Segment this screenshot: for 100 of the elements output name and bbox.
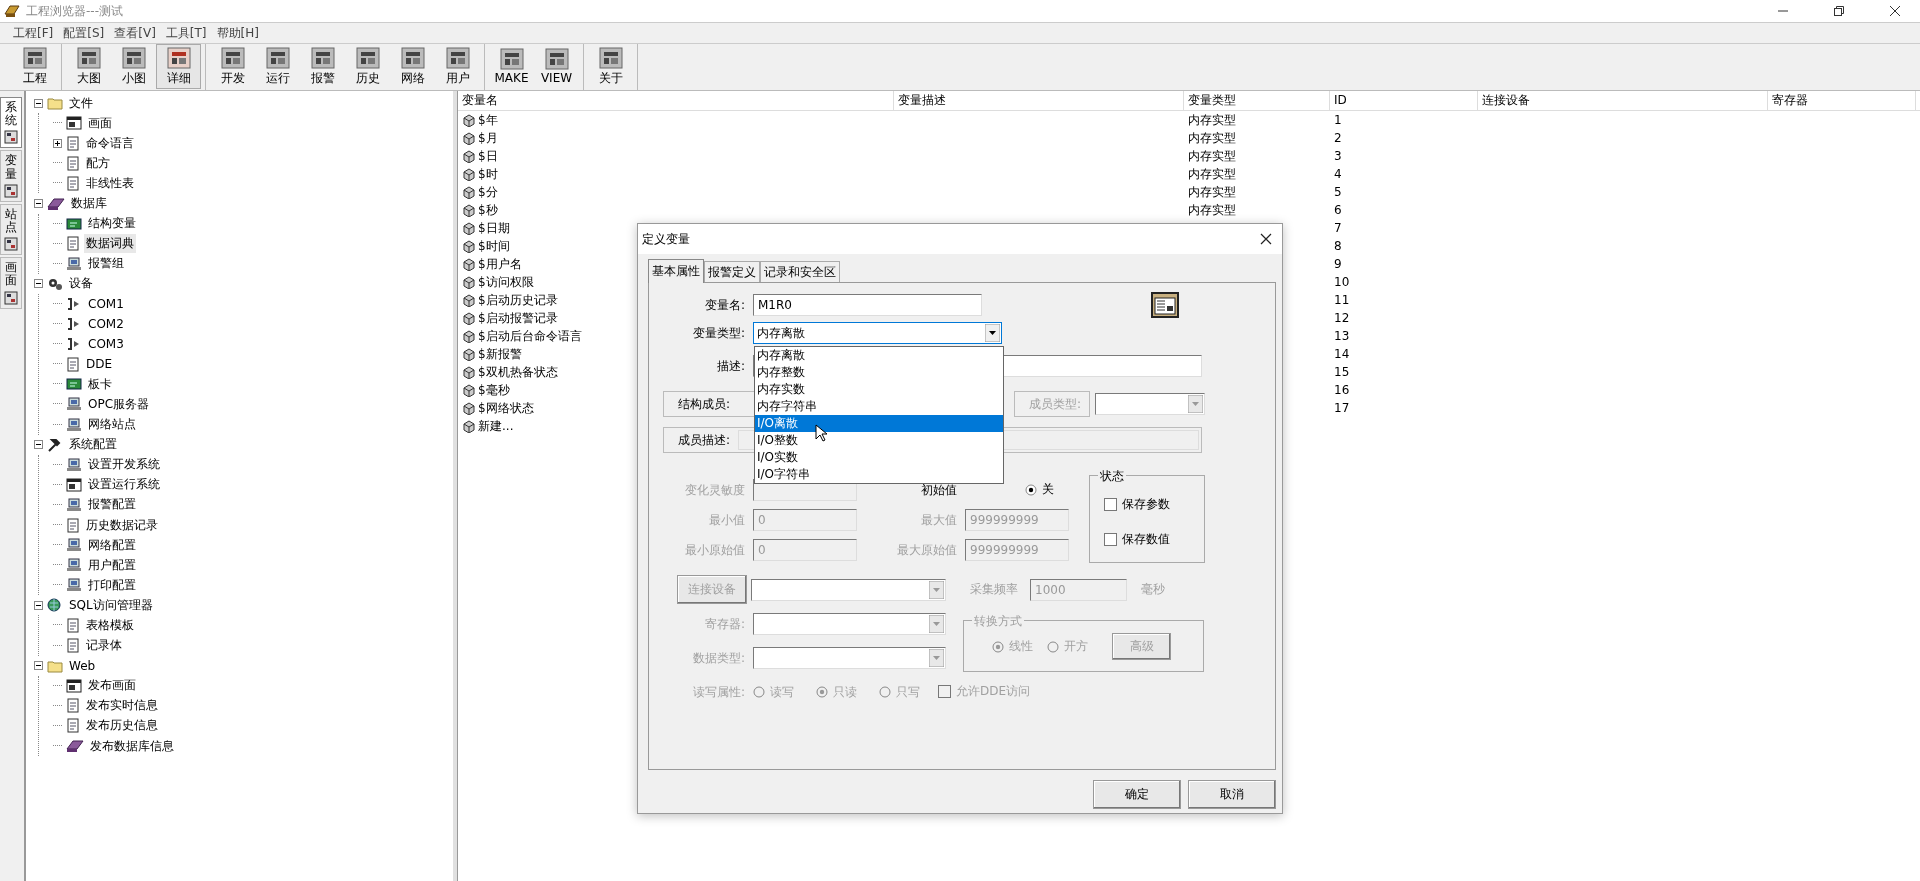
toolbar-button[interactable]: 运行 (255, 44, 300, 89)
tree-item[interactable]: Web (67, 657, 98, 674)
dropdown-option[interactable]: I/O实数 (755, 449, 1003, 466)
tree-item[interactable]: 文件 (67, 93, 95, 113)
tree-item[interactable]: 发布历史信息 (84, 716, 160, 736)
side-tab[interactable]: 画面 (0, 257, 22, 309)
panel-icon[interactable] (22, 46, 47, 69)
toolbar-button[interactable]: 详细 (156, 44, 201, 89)
side-tab[interactable]: 系统 (0, 97, 22, 149)
panel-icon[interactable] (499, 48, 524, 70)
collapse-toggle[interactable] (34, 279, 43, 289)
dropdown[interactable] (753, 647, 946, 669)
menu-item[interactable]: 工程[F] (8, 24, 59, 42)
tree-item[interactable]: COM3 (86, 336, 126, 353)
dropdown[interactable] (753, 613, 946, 635)
tree-item[interactable]: 板卡 (86, 374, 114, 394)
panel-icon[interactable] (4, 290, 18, 305)
tree-item[interactable]: 发布数据库信息 (88, 736, 176, 756)
tree-item[interactable]: 报警组 (86, 254, 126, 274)
column-header[interactable]: 变量名 (458, 91, 894, 110)
tree-item[interactable]: 打印配置 (86, 575, 138, 595)
tree-item[interactable]: COM2 (86, 316, 126, 333)
toolbar-button[interactable]: 开发 (210, 44, 255, 89)
tree-item[interactable]: 历史数据记录 (84, 515, 160, 535)
tree-item[interactable]: 系统配置 (67, 435, 119, 455)
dropdown[interactable] (751, 578, 946, 601)
tree-item[interactable]: DDE (84, 356, 115, 373)
side-tab[interactable]: 变量 (0, 150, 22, 202)
tree-item[interactable]: 网络站点 (86, 415, 138, 435)
tree-item[interactable]: 发布画面 (86, 676, 138, 696)
tree-item[interactable]: 画面 (86, 113, 114, 133)
caret-icon[interactable] (985, 324, 1000, 342)
panel-icon[interactable] (310, 46, 335, 69)
tree-item[interactable]: COM1 (86, 296, 126, 312)
tree-item[interactable]: 设备 (67, 274, 95, 294)
panel-icon[interactable] (400, 46, 425, 69)
tab[interactable]: 报警定义 (704, 261, 760, 282)
tree-item[interactable]: SQL访问管理器 (67, 595, 155, 615)
tree-item[interactable]: 网络配置 (86, 535, 138, 555)
toolbar-button[interactable]: 关于 (588, 44, 633, 89)
side-tab[interactable]: 站点 (0, 203, 22, 256)
dropdown-option[interactable]: 内存字符串 (755, 398, 1003, 415)
toolbar-button[interactable]: 工程 (12, 44, 57, 89)
tree-item[interactable]: 设置运行系统 (86, 475, 162, 495)
tab[interactable]: 基本属性 (648, 259, 704, 283)
toolbar-button[interactable]: 大图 (66, 44, 111, 89)
dropdown[interactable]: 内存离散 (753, 322, 1002, 344)
toolbar-button[interactable]: 报警 (300, 44, 345, 89)
toolbar-button[interactable]: VIEW (534, 44, 579, 89)
collapse-toggle[interactable] (34, 661, 43, 671)
column-header[interactable]: 变量类型 (1184, 91, 1330, 110)
panel-icon[interactable] (4, 130, 18, 145)
panel-icon[interactable] (220, 46, 245, 69)
expand-toggle[interactable] (53, 138, 62, 148)
dropdown-option[interactable]: I/O字符串 (755, 466, 1003, 483)
tree-item[interactable]: 发布实时信息 (84, 696, 160, 716)
column-header[interactable]: 寄存器 (1768, 91, 1916, 110)
dropdown-option[interactable]: 内存离散 (755, 347, 1003, 364)
panel-icon[interactable] (166, 46, 191, 69)
close-icon[interactable] (1260, 233, 1272, 245)
panel-icon[interactable] (4, 183, 18, 198)
panel-icon[interactable] (355, 46, 380, 69)
dialog-button[interactable]: 取消 (1188, 780, 1276, 809)
tree-item[interactable]: 非线性表 (84, 173, 136, 193)
collapse-toggle[interactable] (34, 600, 43, 610)
menu-item[interactable]: 帮助[H] (211, 24, 264, 42)
dropdown-option[interactable]: I/O离散 (755, 415, 1003, 432)
restore-icon[interactable] (1834, 6, 1844, 16)
collapse-toggle[interactable] (34, 199, 43, 208)
dialog-button[interactable]: 确定 (1093, 780, 1181, 809)
tree-item[interactable]: 命令语言 (84, 133, 136, 153)
tree-item[interactable]: 记录体 (84, 636, 124, 656)
panel-icon[interactable] (76, 46, 101, 69)
collapse-toggle[interactable] (34, 98, 43, 108)
tree-item[interactable]: 数据词典 (84, 234, 136, 254)
tree-item[interactable]: 设置开发系统 (86, 455, 162, 475)
panel-icon[interactable] (445, 46, 470, 69)
tree-item[interactable]: 表格模板 (84, 616, 136, 635)
dropdown-option[interactable]: 内存实数 (755, 381, 1003, 398)
checkbox[interactable] (1104, 498, 1117, 511)
radio-button[interactable] (1025, 483, 1037, 496)
close-icon[interactable] (1890, 6, 1900, 16)
tree-item[interactable]: 报警配置 (86, 495, 138, 515)
menu-item[interactable]: 查看[V] (109, 24, 161, 42)
column-header[interactable]: ID (1330, 91, 1478, 110)
column-header[interactable]: 变量描述 (894, 91, 1184, 110)
tree-item[interactable]: 数据库 (69, 194, 109, 213)
toolbar-button[interactable]: MAKE (489, 44, 534, 89)
panel-icon[interactable] (4, 237, 18, 252)
tree-item[interactable]: 配方 (84, 153, 112, 173)
tree-item[interactable]: 用户配置 (86, 555, 138, 575)
tab[interactable]: 记录和安全区 (760, 261, 840, 282)
menu-item[interactable]: 配置[S] (58, 24, 110, 42)
toolbar-button[interactable]: 网络 (390, 44, 435, 89)
panel-icon[interactable] (265, 46, 290, 69)
panel-icon[interactable] (121, 46, 146, 69)
checkbox[interactable] (1104, 533, 1117, 546)
toolbar-button[interactable]: 历史 (345, 44, 390, 89)
toolbar-button[interactable]: 用户 (435, 44, 480, 89)
panel-icon[interactable] (598, 46, 623, 69)
